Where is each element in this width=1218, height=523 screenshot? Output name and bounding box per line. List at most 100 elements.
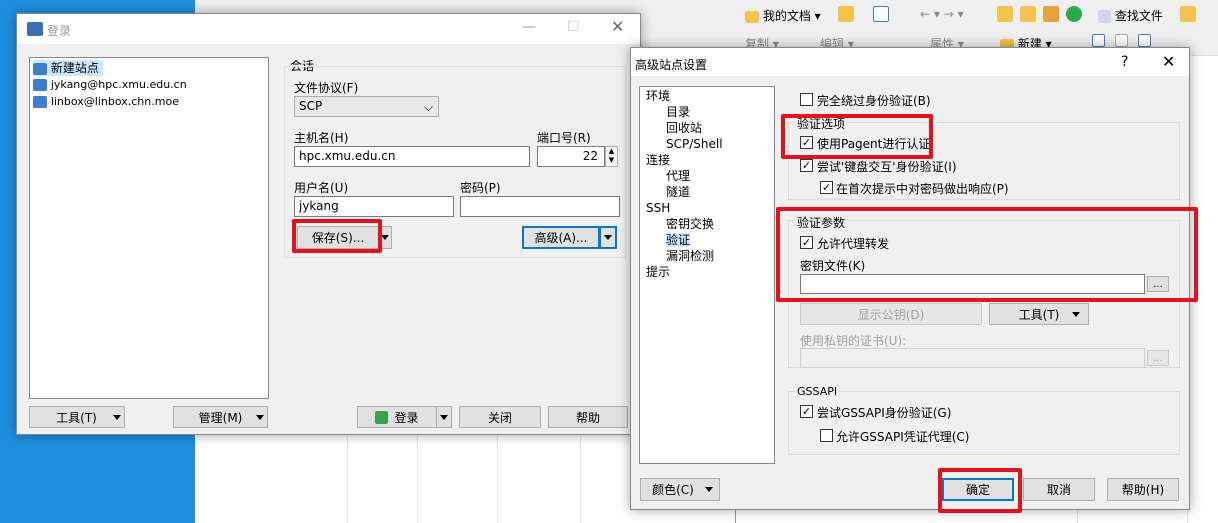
manage-dropdown-button[interactable] — [252, 406, 268, 428]
back-forward-arrows[interactable]: ← ▾ → ▾ — [920, 7, 964, 21]
protocol-select[interactable]: SCP ⌵ — [294, 96, 439, 117]
help-button[interactable]: 帮助(H) — [1107, 478, 1179, 501]
login-title: 登录 — [47, 24, 72, 38]
column-divider — [580, 435, 581, 523]
chevron-down-icon — [255, 414, 264, 420]
try-keyboard-checkbox[interactable]: ✓ — [800, 159, 813, 172]
login-icon — [375, 410, 389, 424]
search-icon — [1098, 10, 1111, 23]
tools-label: 工具(T) — [56, 410, 97, 425]
open-folder-icon[interactable] — [838, 6, 854, 25]
cert-label: 使用私钥的证书(U): — [800, 334, 907, 348]
parent-folder-icon[interactable] — [997, 6, 1013, 25]
help-question-icon[interactable]: ? — [1121, 54, 1128, 70]
help-label: 帮助(H) — [1121, 483, 1165, 497]
host-value: hpc.xmu.edu.cn — [299, 149, 396, 163]
color-button[interactable]: 颜色(C) — [640, 478, 720, 501]
protocol-label: 文件协议(F) — [294, 81, 359, 95]
settings-tree[interactable]: 环境 目录 回收站 SCP/Shell 连接 代理 隧道 SSH 密钥交换 验证… — [639, 86, 775, 464]
password-label: 密码(P) — [460, 181, 501, 195]
password-input[interactable] — [460, 196, 620, 217]
tree-connection[interactable]: 连接 — [646, 152, 768, 168]
find-files-label: 查找文件 — [1114, 9, 1163, 23]
close-icon[interactable]: ✕ — [611, 17, 624, 36]
host-input[interactable]: hpc.xmu.edu.cn — [294, 146, 530, 167]
tree-tunnel[interactable]: 隧道 — [646, 184, 768, 200]
chevron-down-icon: ⌵ — [423, 100, 433, 114]
tree-env[interactable]: 环境 — [646, 88, 768, 104]
port-value: 22 — [582, 149, 598, 163]
color-label: 颜色(C) — [652, 483, 694, 497]
try-gssapi-checkbox[interactable]: ✓ — [800, 405, 813, 418]
highlight-ok — [938, 468, 1022, 513]
tree-notes[interactable]: 提示 — [646, 264, 768, 280]
username-label: 用户名(U) — [294, 181, 349, 195]
cert-browse-button: ... — [1147, 350, 1169, 366]
help-label: 帮助 — [575, 410, 600, 425]
bypass-auth-label: 完全绕过身份验证(B) — [817, 94, 931, 108]
filter-icon[interactable] — [873, 6, 889, 25]
bg-my-documents-dropdown[interactable]: 我的文档 ▾ — [745, 7, 821, 24]
advanced-dropdown-button[interactable] — [599, 226, 617, 249]
site-item-new[interactable]: 新建站点 — [33, 60, 103, 76]
key-tools-button[interactable]: 工具(T) — [989, 303, 1089, 325]
tree-bugs[interactable]: 漏洞检测 — [646, 248, 768, 264]
highlight-auth-params — [776, 207, 1198, 302]
tree-scp-shell[interactable]: SCP/Shell — [646, 136, 768, 152]
close-icon[interactable]: ✕ — [1162, 52, 1175, 71]
login-button[interactable]: 登录 — [357, 406, 437, 428]
login-titlebar: 登录 — ☐ ✕ — [17, 14, 640, 44]
username-value: jykang — [299, 199, 339, 213]
site-item[interactable]: linbox@linbox.chn.moe — [33, 93, 265, 110]
gssapi-delegation-checkbox[interactable] — [820, 429, 833, 442]
show-public-key-label: 显示公钥(D) — [857, 307, 925, 322]
highlight-save — [292, 219, 382, 253]
username-input[interactable]: jykang — [294, 196, 454, 217]
chevron-down-icon — [1072, 312, 1080, 317]
tree-directories[interactable]: 目录 — [646, 104, 768, 120]
cert-input — [800, 348, 1145, 368]
close-button[interactable]: 关闭 — [459, 406, 541, 428]
monitor-icon — [33, 95, 47, 108]
site-list[interactable]: 新建站点 jykang@hpc.xmu.edu.cn linbox@linbox… — [29, 57, 269, 399]
tree-kex[interactable]: 密钥交换 — [646, 216, 768, 232]
port-input[interactable]: 22 — [537, 146, 605, 167]
tree-view-icon[interactable] — [1180, 6, 1196, 25]
advanced-button[interactable]: 高级(A)... — [522, 226, 600, 249]
chevron-down-icon — [604, 235, 612, 240]
close-label: 关闭 — [487, 410, 512, 425]
find-files-button[interactable]: 查找文件 — [1098, 7, 1163, 24]
cancel-label: 取消 — [1046, 483, 1071, 497]
key-tools-label: 工具(T) — [1018, 307, 1060, 322]
port-label: 端口号(R) — [537, 131, 591, 145]
winscp-logo-icon — [27, 22, 43, 36]
tree-proxy[interactable]: 代理 — [646, 168, 768, 184]
login-dropdown-button[interactable] — [436, 406, 452, 428]
tree-auth-label: 验证 — [666, 233, 691, 247]
port-spinner[interactable]: ▲ ▼ — [605, 146, 618, 167]
tree-ssh[interactable]: SSH — [646, 200, 768, 216]
advanced-titlebar: 高级站点设置 ? ✕ — [631, 48, 1189, 76]
highlight-pageant — [781, 114, 933, 159]
column-divider — [347, 435, 348, 523]
bypass-auth-checkbox[interactable] — [800, 93, 813, 106]
show-public-key-button: 显示公钥(D) — [800, 303, 982, 325]
monitor-icon — [33, 78, 47, 91]
gssapi-group — [788, 391, 1180, 455]
respond-first-prompt-checkbox[interactable]: ✓ — [820, 181, 833, 194]
minimize-icon[interactable]: — — [522, 19, 536, 35]
home-icon[interactable] — [1043, 6, 1059, 25]
tree-auth[interactable]: 验证 — [646, 232, 768, 248]
refresh-icon[interactable] — [1066, 6, 1082, 25]
site-item[interactable]: jykang@hpc.xmu.edu.cn — [33, 76, 265, 93]
tree-recycle-bin[interactable]: 回收站 — [646, 120, 768, 136]
gssapi-label: GSSAPI — [795, 385, 840, 398]
try-keyboard-label: 尝试'键盘交互'身份验证(I) — [817, 160, 957, 174]
respond-first-prompt-label: 在首次提示中对密码做出响应(P) — [836, 182, 1009, 196]
help-button[interactable]: 帮助 — [548, 406, 628, 428]
tools-dropdown-button[interactable] — [109, 406, 125, 428]
maximize-icon[interactable]: ☐ — [567, 19, 580, 35]
manage-label: 管理(M) — [198, 410, 243, 425]
root-folder-icon[interactable] — [1020, 6, 1036, 25]
cancel-button[interactable]: 取消 — [1023, 478, 1095, 501]
